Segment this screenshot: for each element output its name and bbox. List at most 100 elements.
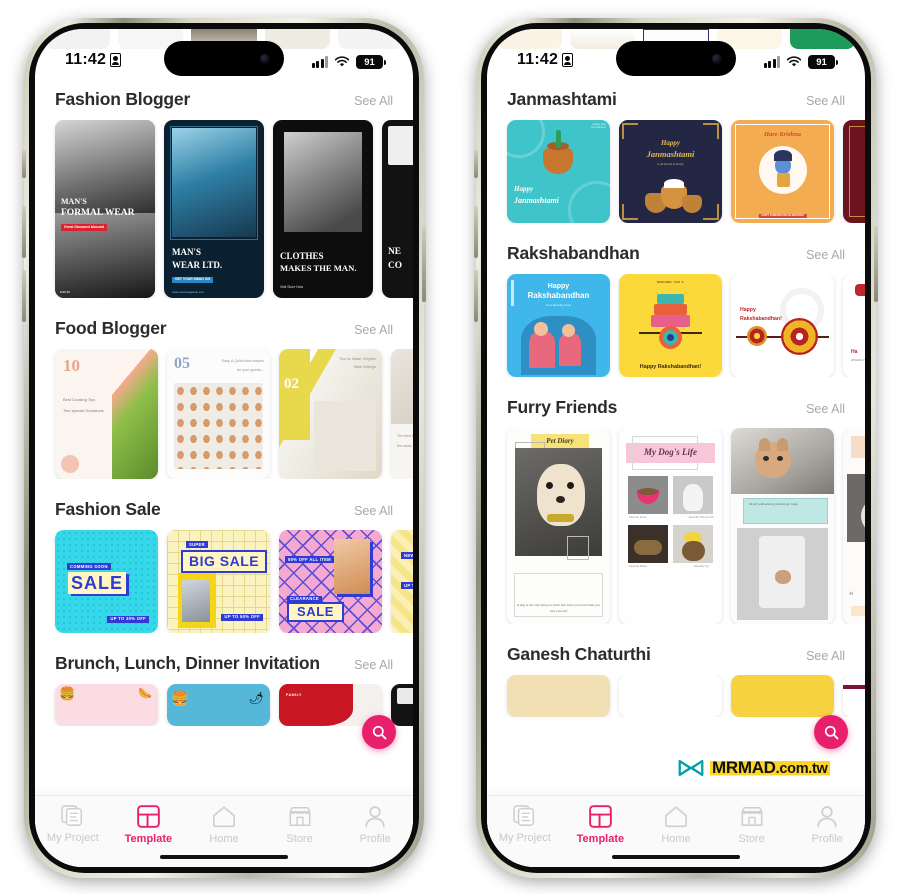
action-button[interactable] — [22, 150, 26, 178]
template-card-new-arrival-sale[interactable]: NEW ARRIVAL UP TO 30% OFF — [391, 530, 413, 633]
template-card-wild-cat-quote[interactable]: We are wild and our parents are crazy. — [731, 428, 834, 624]
template-card-rakshabandhan-sweets[interactable]: Ha WISHING YOU — [843, 274, 865, 377]
card-footer: www.mansswagwear.com — [172, 290, 205, 295]
card-line1: Happy — [660, 139, 681, 147]
card-row[interactable]: Happy Janmashtami Happy wish Janmashtami… — [487, 120, 865, 223]
template-card-brunch-pink-burger[interactable]: 🍔 🌭 — [55, 684, 158, 726]
template-card-mans-wear-ltd[interactable]: MAN'S WEAR LTD. GET YOUR SWAG ON www.man… — [164, 120, 264, 298]
template-card-rakshabandhan-white-rakhi[interactable]: Happy Rakshabandhan! — [731, 274, 834, 377]
watermark: MRMAD.com.tw — [678, 758, 830, 778]
tab-home[interactable]: Home — [186, 805, 262, 845]
tab-my-project[interactable]: My Project — [35, 805, 111, 844]
tab-store[interactable]: Store — [262, 805, 338, 845]
card-label: FAMILY — [286, 693, 302, 697]
power-button[interactable] — [874, 226, 878, 302]
see-all-link[interactable]: See All — [806, 94, 845, 108]
volume-down-button[interactable] — [474, 270, 478, 322]
volume-up-button[interactable] — [474, 206, 478, 258]
tab-home[interactable]: Home — [638, 805, 714, 845]
section-title: Furry Friends — [507, 397, 618, 417]
section-header: Janmashtami See All — [487, 75, 865, 120]
section-header: Brunch, Lunch, Dinner Invitation See All — [35, 639, 413, 684]
watermark-text: MRMAD.com.tw — [710, 758, 830, 778]
see-all-link[interactable]: See All — [806, 248, 845, 262]
template-card-food-tip-05[interactable]: 05 Easy & Quick food recipes for your gu… — [167, 349, 270, 479]
burger-emoji-icon: 🍔 — [171, 690, 189, 706]
card-title-line1: CLOTHES — [280, 250, 324, 261]
card-heading: Best Cooking Tips — [63, 397, 96, 403]
section-fashion-sale: Fashion Sale See All COMMING SOON SALE U… — [35, 485, 413, 639]
template-card-pet-diary-dog[interactable]: Pet Diary A dog is the only thing on ear… — [507, 428, 610, 624]
template-card-new-collection[interactable]: NE CO — [382, 120, 413, 298]
see-all-link[interactable]: See All — [354, 94, 393, 108]
template-card-brunch-dark[interactable] — [391, 684, 413, 726]
template-card-rakshabandhan-blue-siblings[interactable]: Happy Rakshabandhan It's a blessing time… — [507, 274, 610, 377]
grid-template-icon — [137, 805, 160, 828]
template-feed-left[interactable]: Fashion Blogger See All MAN'S FORMAL WEA… — [35, 75, 413, 867]
status-time-group: 11:42 — [517, 51, 574, 69]
tab-profile[interactable]: Profile — [337, 805, 413, 845]
action-button[interactable] — [474, 150, 478, 178]
template-card-food-tip-02[interactable]: 02 Tips for Italian, Brighter Table Sett… — [279, 349, 382, 479]
see-all-link[interactable]: See All — [354, 658, 393, 672]
template-card-ganesh-white[interactable] — [619, 675, 722, 717]
template-card-rakshabandhan-yellow-gifts[interactable]: WISHING YOU A Happy Rakshabandhan! — [619, 274, 722, 377]
section-header: Fashion Blogger See All — [35, 75, 413, 120]
template-card-ganesh-cream[interactable] — [507, 675, 610, 717]
template-card-hare-krishna-orange[interactable]: Hare Krishna HAPPY JANMASHTAMI CELEBRATI… — [731, 120, 834, 223]
volume-down-button[interactable] — [22, 270, 26, 322]
section-ganesh-chaturthi: Ganesh Chaturthi See All — [487, 630, 865, 723]
template-card-ganesh-maroon[interactable] — [843, 675, 865, 717]
tab-label: Home — [661, 833, 691, 845]
template-card-sale-coming-soon[interactable]: COMMING SOON SALE UP TO 30% OFF — [55, 530, 158, 633]
card-label-2: Favorite Thing to Do — [688, 515, 714, 519]
card-row[interactable]: 🍔 🌭 🍔 🌶 FAMILY — [35, 684, 413, 726]
template-card-mans-formal-wear[interactable]: MAN'S FORMAL WEAR Great Discount Abound … — [55, 120, 155, 298]
card-row[interactable]: 10 Best Cooking Tips Two special Occasio… — [35, 349, 413, 479]
tab-template[interactable]: Template — [563, 805, 639, 845]
card-label-4: Favorite Toy — [693, 564, 709, 568]
card-row[interactable]: MAN'S FORMAL WEAR Great Discount Abound … — [35, 120, 413, 298]
power-button[interactable] — [422, 226, 426, 302]
dynamic-island — [164, 41, 284, 76]
see-all-link[interactable]: See All — [354, 323, 393, 337]
template-card-my-dogs-life[interactable]: My Dog's Life Favorite Food Favorite Thi… — [619, 428, 722, 624]
template-card-janmashtami-maroon[interactable] — [843, 120, 865, 223]
home-indicator[interactable] — [612, 854, 740, 859]
card-line2: Rakshabandhan — [527, 291, 590, 300]
template-card-janmashtami-teal-pot[interactable]: Happy Janmashtami Happy wish Janmashtami — [507, 120, 610, 223]
template-card-clothes-makes-the-man[interactable]: CLOTHES MAKES THE MAN. Visit Store Now — [273, 120, 373, 298]
card-line1: Happy — [514, 185, 534, 193]
status-time: 11:42 — [65, 51, 107, 68]
template-card-super-big-sale[interactable]: SUPER BIG SALE UP TO 50% OFF — [167, 530, 270, 633]
tab-store[interactable]: Store — [714, 805, 790, 845]
template-card-janmashtami-navy-matki[interactable]: Happy Janmashtami to all friends & famil… — [619, 120, 722, 223]
card-top-badge: COMMING SOON — [67, 563, 111, 571]
volume-up-button[interactable] — [22, 206, 26, 258]
template-card-furry-friends-next[interactable]: “ — [843, 428, 865, 624]
tab-template[interactable]: Template — [111, 805, 187, 845]
template-card-brunch-blue-burger[interactable]: 🍔 🌶 — [167, 684, 270, 726]
card-row[interactable]: Happy Rakshabandhan It's a blessing time… — [487, 274, 865, 377]
template-card-food-tip-10[interactable]: 10 Best Cooking Tips Two special Occasio… — [55, 349, 158, 479]
burger-emoji-icon: 🍔 — [59, 686, 76, 701]
see-all-link[interactable]: See All — [806, 649, 845, 663]
template-card-ganesh-yellow[interactable] — [731, 675, 834, 717]
see-all-link[interactable]: See All — [806, 402, 845, 416]
screenshot-stage: 11:42 91 Fashion Blogger See All MAN'S F… — [0, 0, 900, 894]
tab-profile[interactable]: Profile — [789, 805, 865, 845]
tab-my-project[interactable]: My Project — [487, 805, 563, 844]
template-feed-right[interactable]: Janmashtami See All Happy Janmashtami Ha… — [487, 75, 865, 867]
see-all-link[interactable]: See All — [354, 504, 393, 518]
search-fab-button[interactable] — [362, 715, 396, 749]
documents-icon — [513, 805, 534, 826]
home-indicator[interactable] — [160, 854, 288, 859]
template-card-food-tip-next[interactable]: The best to the week, go — [391, 349, 413, 479]
card-row[interactable]: COMMING SOON SALE UP TO 30% OFF SUPER BI… — [35, 530, 413, 633]
section-header: Furry Friends See All — [487, 383, 865, 428]
search-fab-button[interactable] — [814, 715, 848, 749]
documents-icon — [61, 805, 82, 826]
card-row[interactable] — [487, 675, 865, 717]
template-card-clearance-sale[interactable]: 50% OFF ALL ITEM CLEARANCE SALE — [279, 530, 382, 633]
card-row[interactable]: Pet Diary A dog is the only thing on ear… — [487, 428, 865, 624]
